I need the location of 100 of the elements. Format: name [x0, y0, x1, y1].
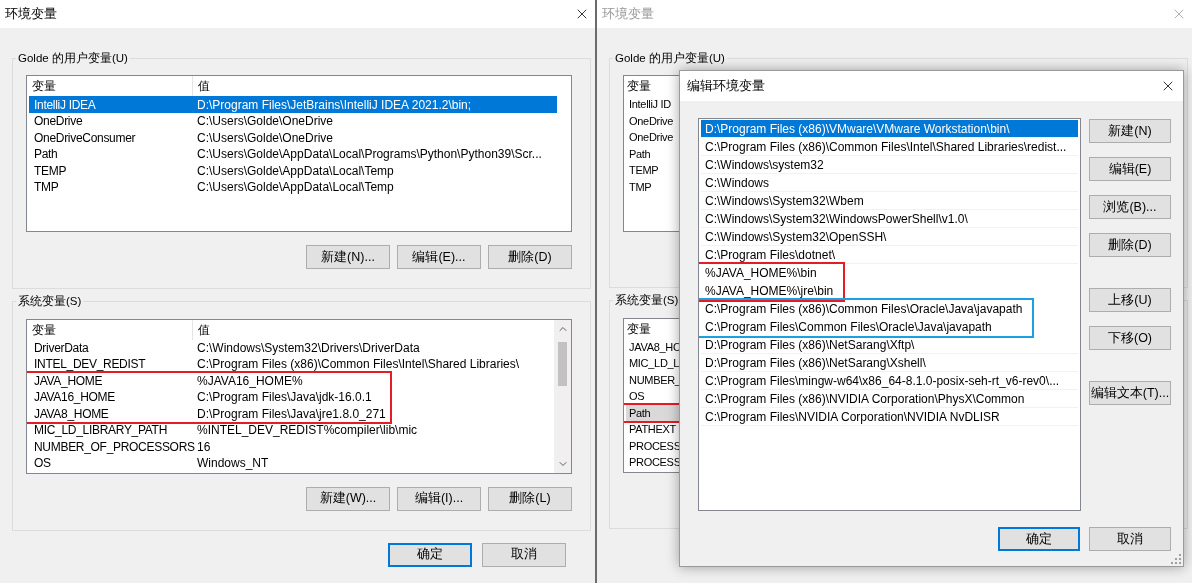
path-entry[interactable]: D:\Program Files (x86)\NetSarang\Xftp\ [701, 336, 1078, 354]
table-row[interactable]: JAVA16_HOME C:\Program Files\Java\jdk-16.0.1 [29, 389, 390, 406]
path-entry[interactable]: C:\Program Files (x86)\NVIDIA Corporation\PhysX\Common [701, 390, 1078, 408]
table-row[interactable]: JAVA8_HOME D:\Program Files\Java\jre1.8.0_271 [29, 405, 390, 422]
group-label: Golde 的用户变量(U) [614, 51, 726, 66]
table-row[interactable]: PATHEXT [626, 421, 682, 438]
table-row[interactable]: TEMP [626, 162, 682, 179]
variable-value: %INTEL_DEV_REDIST%compiler\lib\mic [196, 422, 419, 440]
dialog-button[interactable]: 编辑文本(T)... [1089, 381, 1171, 405]
dialog-button[interactable]: 新建(W)... [306, 486, 390, 511]
dialog-button[interactable]: 确定 [388, 542, 472, 567]
scrollbar[interactable] [554, 319, 571, 473]
variable-value: 16 [196, 438, 212, 456]
table-row[interactable]: PROCESS [626, 437, 682, 454]
variable-value: C:\Users\Golde\AppData\Local\Programs\Python\Python39\Scr... [196, 146, 543, 163]
path-entry[interactable]: C:\Windows [701, 174, 1078, 192]
table-row[interactable]: Path C:\Users\Golde\AppData\Local\Programs\Python\Python39\Scr... [29, 145, 557, 163]
table-row[interactable]: MIC_LD_L [626, 355, 682, 372]
variable-name: TMP [33, 179, 60, 196]
dialog-button[interactable]: 编辑(E)... [397, 245, 481, 270]
dialog-button[interactable]: 上移(U) [1089, 288, 1171, 312]
group-label: 系统变量(S) [17, 294, 83, 310]
dialog-button[interactable]: 确定 [998, 527, 1080, 551]
path-entry[interactable]: C:\Windows\system32 [701, 156, 1078, 174]
column-header[interactable]: 变量 [27, 319, 193, 340]
path-entry[interactable]: D:\Program Files (x86)\VMware\VMware Workstation\bin\ [701, 120, 1078, 138]
dialog-button[interactable]: 取消 [482, 542, 566, 567]
variable-value: C:\Users\Golde\OneDrive [196, 129, 335, 147]
table-row[interactable]: TMP [626, 178, 682, 196]
path-entry[interactable]: C:\Program Files\dotnet\ [701, 246, 1078, 264]
path-entry[interactable]: C:\Program Files\mingw-w64\x86_64-8.1.0-posix-seh-rt_v6-rev0\... [701, 372, 1078, 390]
table-row[interactable]: IntelliJ IDEA D:\Program Files\JetBrains\IntelliJ IDEA 2021.2\bin; [29, 96, 557, 113]
table-row[interactable]: IntelliJ ID [626, 96, 682, 113]
dialog-button[interactable]: 新建(N) [1089, 119, 1171, 143]
table-row[interactable]: MIC_LD_LIBRARY_PATH %INTEL_DEV_REDIST%compiler\lib\mic [29, 422, 540, 439]
path-entry[interactable]: %JAVA_HOME%\jre\bin [701, 282, 838, 300]
variable-name: MIC_LD_LIBRARY_PATH [33, 422, 168, 440]
path-entry[interactable]: C:\Program Files (x86)\Common Files\Intel\Shared Libraries\redist... [701, 138, 1078, 156]
variable-name: TEMP [33, 162, 68, 180]
variable-value: C:\Windows\System32\Drivers\DriverData [196, 339, 421, 357]
table-row[interactable]: Path [626, 145, 682, 163]
path-entry[interactable]: C:\Program Files\NVIDIA Corporation\NVIDIA NvDLISR [701, 408, 1078, 426]
scroll-thumb[interactable] [558, 341, 567, 386]
column-header[interactable]: 值 [193, 319, 554, 340]
table-row[interactable]: DriverData C:\Windows\System32\Drivers\DriverData [29, 339, 540, 356]
variable-value: C:\Program Files\Java\jdk-16.0.1 [196, 389, 373, 407]
table-row[interactable]: OneDrive [626, 112, 682, 130]
variable-name: DriverData [33, 339, 90, 357]
dialog-button[interactable]: 编辑(E) [1089, 157, 1171, 181]
variable-name: OneDriveConsumer [33, 129, 137, 147]
variable-name: JAVA_HOME [33, 372, 104, 390]
variable-name: OS [33, 455, 52, 473]
table-row[interactable]: OS Windows_NT [29, 455, 540, 472]
table-row[interactable]: TMP C:\Users\Golde\AppData\Local\Temp [29, 178, 557, 196]
variable-value: Windows_NT [196, 455, 270, 473]
variable-value: C:\Program Files (x86)\Common Files\Intel\Shared Libraries\ [196, 356, 521, 374]
group-label: Golde 的用户变量(U) [17, 51, 129, 66]
variable-value: C:\Users\Golde\AppData\Local\Temp [196, 162, 395, 180]
window-title: 环境变量 [602, 5, 654, 23]
variable-name: JAVA8_HOME [33, 405, 110, 423]
variable-name: OneDrive [33, 113, 84, 130]
variable-name: IntelliJ IDEA [33, 96, 97, 114]
table-row[interactable]: OS [626, 388, 682, 405]
variable-name: Path [33, 146, 59, 163]
variable-name: JAVA16_HOME [33, 389, 116, 407]
path-entry[interactable]: C:\Windows\System32\Wbem [701, 192, 1078, 210]
column-header[interactable]: 值 [193, 76, 571, 97]
variable-name: INTEL_DEV_REDIST [33, 356, 147, 374]
variable-value: C:\Users\Golde\OneDrive [196, 113, 335, 130]
table-row[interactable]: NUMBER_ [626, 371, 682, 388]
variable-name: NUMBER_OF_PROCESSORS [33, 438, 195, 456]
path-entry[interactable]: D:\Program Files (x86)\NetSarang\Xshell\ [701, 354, 1078, 372]
table-row[interactable]: OneDrive [626, 129, 682, 146]
dialog-button[interactable]: 取消 [1089, 527, 1171, 551]
table-row[interactable]: JAVA8_HO [626, 338, 682, 355]
dialog-button[interactable]: 浏览(B)... [1089, 195, 1171, 219]
path-entry[interactable]: %JAVA_HOME%\bin [701, 264, 838, 282]
path-entry[interactable]: C:\Windows\System32\OpenSSH\ [701, 228, 1078, 246]
table-row[interactable]: TEMP C:\Users\Golde\AppData\Local\Temp [29, 162, 557, 179]
dialog-button[interactable]: 编辑(I)... [397, 486, 481, 511]
table-row[interactable]: OneDriveConsumer C:\Users\Golde\OneDrive [29, 129, 557, 146]
window-title: 环境变量 [5, 5, 57, 23]
dialog-button[interactable]: 删除(D) [1089, 233, 1171, 257]
path-entry[interactable]: C:\Windows\System32\WindowsPowerShell\v1.0\ [701, 210, 1078, 228]
dialog-button[interactable]: 新建(N)... [306, 245, 390, 270]
table-row[interactable]: INTEL_DEV_REDIST C:\Program Files (x86)\Common Files\Intel\Shared Libraries\ [29, 356, 540, 373]
table-row[interactable]: NUMBER_OF_PROCESSORS 16 [29, 438, 540, 455]
table-row[interactable]: PROCESS [626, 454, 682, 471]
dialog-button[interactable]: 下移(O) [1089, 326, 1171, 350]
table-row[interactable]: OneDrive C:\Users\Golde\OneDrive [29, 112, 557, 130]
variable-value: C:\Users\Golde\AppData\Local\Temp [196, 179, 395, 196]
variable-value: D:\Program Files\Java\jre1.8.0_271 [196, 405, 387, 423]
dialog-button[interactable]: 删除(D) [488, 245, 572, 270]
variable-value: %JAVA16_HOME% [196, 372, 304, 390]
resize-grip-icon[interactable] [1171, 554, 1181, 564]
table-row[interactable]: JAVA_HOME %JAVA16_HOME% [29, 372, 390, 389]
variable-value: D:\Program Files\JetBrains\IntelliJ IDEA 2021.2\bin; [196, 96, 473, 114]
dialog-button[interactable]: 删除(L) [488, 486, 572, 511]
path-entry[interactable]: C:\Program Files (x86)\Common Files\Oracle\Java\javapath [701, 300, 1027, 318]
table-row[interactable]: Path [626, 404, 682, 421]
